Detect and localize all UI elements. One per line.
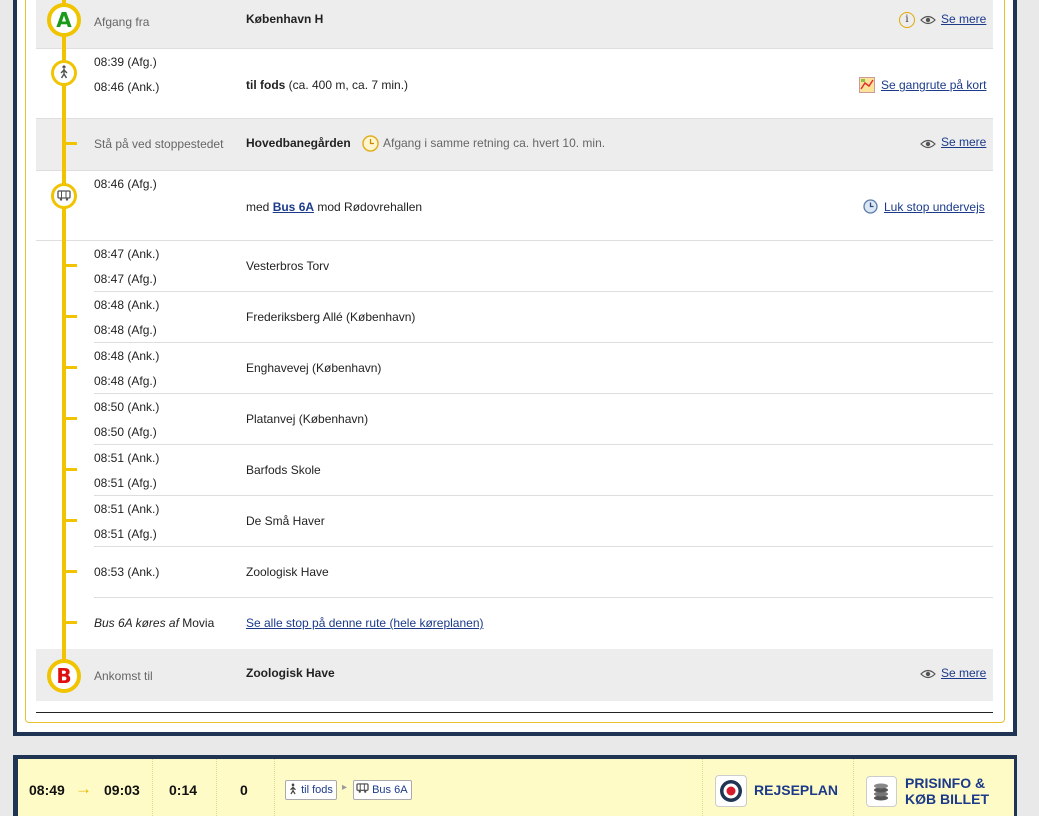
timeline-tick: [66, 417, 77, 420]
stop-arrival-time: 08:48 (Ank.): [94, 298, 160, 312]
boarding-label: Stå på ved stoppestedet: [94, 137, 224, 151]
stop-row: [94, 292, 993, 343]
eye-icon: [920, 669, 936, 679]
stop-departure-time: 08:48 (Afg.): [94, 323, 157, 337]
timeline-tick: [66, 519, 77, 522]
all-stops-link[interactable]: Se alle stop på denne rute (hele kørepla…: [246, 616, 484, 630]
rejseplan-button[interactable]: REJSEPLAN: [754, 782, 838, 798]
stop-arrival-time: 08:47 (Ank.): [94, 247, 160, 261]
clock-icon: [362, 135, 379, 152]
map-icon: [859, 77, 875, 93]
arrow-right-icon: →: [75, 779, 92, 798]
arrival-more-link[interactable]: Se mere: [941, 666, 986, 680]
prisinfo-line1: PRISINFO &: [905, 775, 986, 791]
end-marker-b: B: [47, 659, 81, 693]
arrival-station: Zoologisk Have: [246, 666, 335, 680]
stop-departure-time: 08:48 (Afg.): [94, 374, 157, 388]
walk-detail: (ca. 400 m, ca. 7 min.): [288, 78, 409, 92]
bus-prefix: med: [246, 200, 270, 214]
departure-label: Afgang fra: [94, 15, 150, 29]
stop-name: Vesterbros Torv: [246, 259, 330, 273]
chip-walk: til fods: [285, 780, 337, 800]
stop-arrival-time: 08:53 (Ank.): [94, 565, 160, 579]
stop-arrival-time: 08:51 (Ank.): [94, 502, 160, 516]
eye-icon: [920, 15, 936, 25]
timeline-tick: [66, 366, 77, 369]
summary-depart-time: 08:49: [29, 782, 65, 798]
timeline-tick: [66, 468, 77, 471]
bus-row: [36, 171, 993, 241]
operator-line-text: Bus 6A køres af: [94, 616, 179, 630]
summary-duration: 0:14: [169, 782, 198, 798]
walk-row: [36, 49, 993, 119]
operator-text: Bus 6A køres af Movia: [94, 616, 214, 630]
bus-description: med Bus 6A mod Rødovrehallen: [246, 200, 422, 214]
start-marker-a: A: [47, 3, 81, 37]
walk-description: til fods (ca. 400 m, ca. 7 min.): [246, 78, 408, 92]
bus-line-link[interactable]: Bus 6A: [273, 200, 314, 214]
info-icon[interactable]: i: [899, 12, 915, 28]
stop-name: Barfods Skole: [246, 463, 321, 477]
walk-mode: til fods: [246, 78, 286, 92]
divider: [36, 712, 993, 713]
timeline-tick: [66, 315, 77, 318]
chip-walk-label: til fods: [301, 784, 333, 796]
stop-row: [94, 547, 993, 598]
stop-row: [94, 343, 993, 394]
stop-departure-time: 08:47 (Afg.): [94, 272, 157, 286]
stop-arrival-time: 08:48 (Ank.): [94, 349, 160, 363]
prisinfo-button[interactable]: PRISINFO & KØB BILLET: [905, 775, 989, 807]
bus-direction: mod Rødovrehallen: [317, 200, 423, 214]
walk-departure-time: 08:39 (Afg.): [94, 55, 157, 69]
bus-icon: [356, 783, 369, 793]
hide-stops-link[interactable]: Luk stop undervejs: [884, 200, 985, 214]
departure-more-link[interactable]: Se mere: [941, 12, 986, 26]
chip-arrow-icon: ▸: [342, 782, 348, 793]
stop-arrival-time: 08:50 (Ank.): [94, 400, 160, 414]
summary-arrive-time: 09:03: [104, 782, 140, 798]
stop-row: [94, 394, 993, 445]
walk-icon: [290, 783, 296, 795]
departure-station: København H: [246, 12, 324, 26]
departure-row: [36, 0, 993, 49]
timeline-tick: [66, 570, 77, 573]
stop-departure-time: 08:51 (Afg.): [94, 476, 157, 490]
eye-icon: [920, 139, 936, 149]
stop-row: [94, 496, 993, 547]
bus-marker-icon: [51, 183, 77, 209]
timeline-tick: [66, 142, 77, 145]
route-timeline: [62, 0, 66, 685]
coins-icon: [866, 776, 897, 807]
chip-bus-label: Bus 6A: [372, 784, 408, 796]
walk-map-link[interactable]: Se gangrute på kort: [881, 78, 986, 92]
boarding-more-link[interactable]: Se mere: [941, 135, 986, 149]
summary-changes: 0: [240, 782, 248, 798]
prisinfo-line2: KØB BILLET: [905, 791, 989, 807]
operator-company: Movia: [182, 616, 215, 630]
stop-name: Zoologisk Have: [246, 565, 329, 579]
bus-departure-time: 08:46 (Afg.): [94, 177, 157, 191]
boarding-stop: Hovedbanegården: [246, 136, 351, 150]
stop-row: [94, 445, 993, 496]
walk-marker-icon: [51, 60, 77, 86]
timeline-tick: [66, 264, 77, 267]
frequency-text: Afgang i samme retning ca. hvert 10. min…: [383, 136, 606, 150]
stop-departure-time: 08:51 (Afg.): [94, 527, 157, 541]
stopwatch-icon: [863, 199, 878, 214]
arrival-row: [36, 649, 993, 701]
timeline-tick: [66, 621, 77, 624]
stop-row: [94, 241, 993, 292]
stop-arrival-time: 08:51 (Ank.): [94, 451, 160, 465]
chip-bus: Bus 6A: [353, 780, 412, 800]
stop-departure-time: 08:50 (Afg.): [94, 425, 157, 439]
stop-name: Enghavevej (København): [246, 361, 382, 375]
stop-name: Frederiksberg Allé (København): [246, 310, 416, 324]
rejseplan-icon: [715, 775, 747, 807]
stop-name: De Små Haver: [246, 514, 325, 528]
stop-name: Platanvej (København): [246, 412, 369, 426]
arrival-label: Ankomst til: [94, 669, 153, 683]
walk-arrival-time: 08:46 (Ank.): [94, 80, 160, 94]
